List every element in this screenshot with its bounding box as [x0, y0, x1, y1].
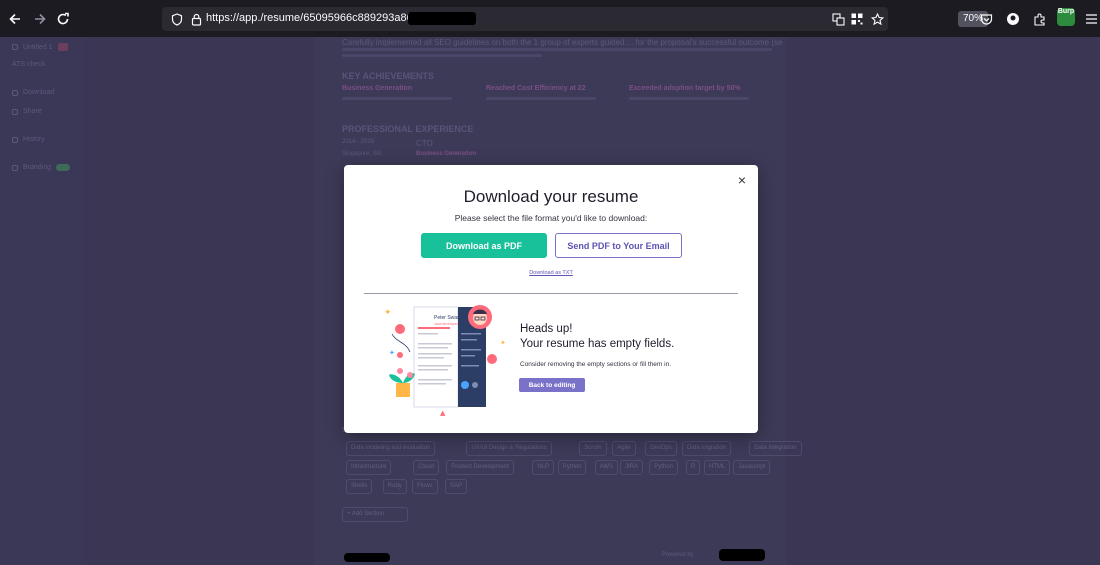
resume-illustration: ✦ ✦ ▲ ✦ Peter Swanson Java developer	[380, 299, 510, 417]
skill-chip: JIRA	[620, 460, 644, 475]
skill-chip: Javascript	[733, 460, 771, 475]
heads-up-line1: Heads up!	[520, 323, 573, 335]
skill-chip: Python	[649, 460, 678, 475]
skill-chip: Scrum	[579, 441, 607, 456]
document-icon	[12, 44, 18, 50]
skill-chip: Agile	[612, 441, 636, 456]
summary-line	[342, 54, 542, 57]
skill-chip: Infrastructure	[346, 460, 392, 475]
redacted-domain	[408, 12, 476, 25]
svg-text:✦: ✦	[500, 339, 506, 347]
skill-chip: Shells	[346, 479, 373, 494]
download-icon	[12, 89, 18, 96]
skill-chip: DevOps	[645, 441, 677, 456]
send-pdf-email-button[interactable]: Send PDF to Your Email	[555, 233, 682, 258]
heads-up-line2: Your resume has empty fields.	[520, 338, 675, 350]
skill-chip: NLP	[532, 460, 555, 475]
experience-company: Business Generation	[416, 151, 477, 157]
star-icon[interactable]	[865, 7, 889, 31]
history-icon	[12, 136, 18, 143]
pocket-icon[interactable]	[974, 7, 998, 31]
achievement-line	[342, 97, 452, 100]
back-arrow-icon[interactable]	[2, 6, 28, 32]
sidebar-item-label: History	[23, 136, 45, 143]
skill-chip: UX/UI Design & Regulations	[466, 441, 552, 456]
experience-dates: 2014 - 2026	[342, 139, 375, 145]
menu-icon[interactable]	[1079, 7, 1100, 31]
achievement-title: Exceeded adoption target by 50%	[629, 85, 741, 92]
achievement-line	[629, 97, 749, 100]
heads-up-message: Heads up! Your resume has empty fields.	[520, 322, 674, 352]
illustration-name: Peter Swanson	[434, 315, 468, 321]
download-pdf-button[interactable]: Download as PDF	[421, 233, 547, 258]
reload-icon[interactable]	[50, 6, 76, 32]
skill-chip: SAP	[445, 479, 468, 494]
sidebar-item-download[interactable]: Download	[12, 89, 54, 96]
experience-role: CTO	[416, 139, 433, 148]
sidebar-item-history[interactable]: History	[12, 136, 45, 143]
modal-divider	[364, 293, 738, 294]
burp-extension-icon[interactable]: Burp	[1057, 8, 1075, 26]
profile-icon[interactable]	[1001, 7, 1025, 31]
experience-heading: PROFESSIONAL EXPERIENCE	[342, 124, 474, 134]
key-achievements-heading: KEY ACHIEVEMENTS	[342, 71, 435, 81]
modal-title: Download your resume	[463, 187, 639, 206]
svg-text:✦: ✦	[384, 308, 392, 318]
skill-chip: Data modeling and evaluation	[346, 441, 436, 456]
illustration-role: Java developer	[434, 322, 458, 326]
summary-line	[342, 48, 772, 51]
notification-badge	[57, 43, 68, 51]
achievement-title: Business Generation	[342, 85, 413, 92]
sidebar-item-ats[interactable]: ATS check	[12, 61, 45, 68]
skill-chip: Product Development	[446, 460, 514, 475]
svg-text:▲: ▲	[440, 409, 446, 417]
skill-chip: Ruby	[382, 479, 407, 494]
achievement-title: Reached Cost Efficiency at 22	[486, 85, 586, 92]
back-to-editing-button[interactable]: Back to editing	[519, 378, 585, 392]
experience-location: Singapore, SG	[342, 151, 382, 157]
browser-toolbar: https://app./resume/65095966c889293a8666…	[0, 0, 1100, 37]
sidebar-item-label: Untitled 1	[23, 43, 53, 51]
sidebar-item-share[interactable]: Share	[12, 108, 42, 115]
skill-chip: Flows	[412, 479, 438, 494]
skill-chip: Python	[557, 460, 587, 475]
skill-chip: R	[686, 460, 701, 475]
redacted-name	[344, 553, 390, 562]
download-txt-link[interactable]: Download as TXT	[344, 270, 758, 276]
sidebar-item-label: ATS check	[12, 61, 46, 68]
branding-toggle[interactable]	[56, 164, 71, 171]
burp-label: Burp	[1057, 8, 1075, 15]
add-section-button[interactable]: + Add Section	[342, 507, 408, 522]
skill-chip: Data integration	[749, 441, 802, 456]
skill-chip: AWS	[594, 460, 619, 475]
summary-text: Carefully implemented all SEO guidelines…	[342, 38, 782, 47]
download-resume-modal: × Download your resume Please select the…	[344, 165, 758, 433]
left-sidebar: Untitled 1 ATS check Download Share Hist…	[0, 37, 84, 565]
skill-chip: Data migration	[682, 441, 732, 456]
consider-text: Consider removing the empty sections or …	[520, 361, 672, 368]
footer-powered-by: Powered by	[662, 552, 694, 558]
achievement-line	[486, 97, 596, 100]
sidebar-item-label: Branding	[23, 164, 52, 171]
sidebar-item-label: Share	[23, 108, 42, 115]
sidebar-item-label: Download	[23, 89, 55, 96]
skill-chip: HTML	[704, 460, 731, 475]
sidebar-item-branding[interactable]: Branding	[12, 164, 71, 171]
branding-icon	[12, 164, 18, 171]
close-icon[interactable]: ×	[736, 173, 748, 187]
share-icon	[12, 108, 18, 115]
skill-chip: Cloud	[413, 460, 439, 475]
modal-subtitle: Please select the file format you'd like…	[454, 213, 648, 223]
extensions-icon[interactable]	[1027, 7, 1051, 31]
lock-icon[interactable]	[184, 7, 208, 31]
url-bar[interactable]: https://app./resume/65095966c889293a8666…	[162, 7, 989, 31]
svg-text:✦: ✦	[389, 349, 395, 357]
redacted-logo	[719, 549, 765, 561]
sidebar-item-untitled[interactable]: Untitled 1	[12, 43, 68, 51]
